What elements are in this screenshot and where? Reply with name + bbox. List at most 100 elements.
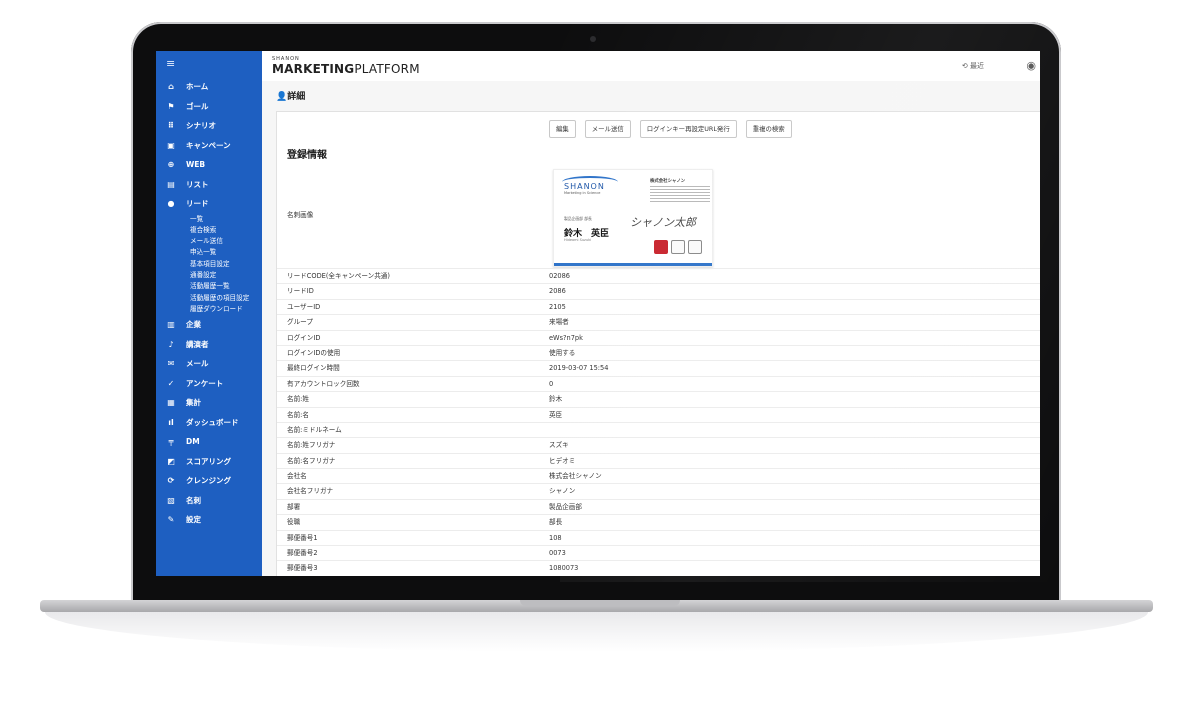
recent-button[interactable]: ⟲ 最近 [962,61,984,71]
sidebar-item[interactable]: ⊕ WEB [156,155,262,175]
sidebar-subitem[interactable]: 複合検索 [156,225,262,236]
field-table: リードCODE(全キャンペーン共通) 02086 リードID 2086 ユーザーID 21… [277,268,1040,576]
sidebar-item[interactable]: ▥ 企業 [156,315,262,335]
field-label: 名前:名フリガナ [287,456,336,465]
hamburger-menu-icon[interactable]: ≡ [166,57,175,70]
table-row: 最終ログイン時間 2019-03-07 15:54 [277,360,1040,375]
user-account-icon[interactable]: ◉ [1026,59,1036,72]
table-row: 名前:姓フリガナ スズキ [277,437,1040,452]
field-value [549,423,1040,437]
sidebar-item[interactable]: ⠿ シナリオ [156,116,262,136]
sidebar-subitem[interactable]: メール送信 [156,236,262,247]
field-value: 部長 [549,518,563,527]
card-accent-bar [554,263,712,266]
table-row: 名前:名 英臣 [277,406,1040,422]
field-value: シャノン [549,487,576,496]
field-label: グループ [287,318,313,327]
table-row: 名前:姓 鈴木 [277,391,1040,406]
globe-icon: ⊕ [167,160,175,170]
sidebar-item[interactable]: ıl ダッシュボード [156,413,262,433]
field-label: ユーザーID [287,302,321,311]
send-mail-button[interactable]: メール送信 [584,120,631,138]
sidebar-item[interactable]: ♪ 講演者 [156,335,262,355]
sidebar-item-label: DM [186,437,200,447]
sidebar-subitem[interactable]: 活動履歴の項目設定 [156,293,262,304]
sidebar-item[interactable]: ▧ 名刺 [156,491,262,511]
field-value: 2019-03-07 15:54 [549,364,609,373]
field-label: 名前:姓フリガナ [287,441,336,450]
sidebar-subitem[interactable]: 履歴ダウンロード [156,304,262,315]
certification-badge-icon [688,240,702,254]
sidebar-item-label: ゴール [186,101,209,111]
sidebar-item-label: 講演者 [186,339,209,349]
table-row: リードCODE(全キャンペーン共通) 02086 [277,268,1040,283]
detail-card: 編集 メール送信 ログインキー再設定URL発行 重複の検索 登録情報 名刺画像 … [276,111,1040,576]
top-header: SHANON MARKETINGPLATFORM ⟲ 最近 ◉ [262,51,1040,82]
laptop-notch [520,600,680,606]
dm-icon: ╤ [168,437,174,447]
duplicate-search-button[interactable]: 重複の検索 [745,120,792,138]
table-row: 郵便番号3 1080073 [277,560,1040,575]
microphone-icon: ♪ [168,339,174,349]
sidebar-item[interactable]: ▤ リスト [156,175,262,195]
sidebar-item-label: リスト [186,179,209,189]
field-value: 0 [549,379,554,388]
field-label: 名前:姓 [287,395,310,404]
sidebar-item[interactable]: ⌂ ホーム [156,77,262,97]
field-label: 部署 [287,502,301,511]
tally-icon: ▦ [167,398,175,408]
table-row: 郵便番号2 0073 [277,545,1040,560]
sidebar-subitem[interactable]: 申込一覧 [156,247,262,258]
action-buttons: 編集 メール送信 ログインキー再設定URL発行 重複の検索 [549,120,792,138]
field-label: 郵便番号1 [287,533,318,542]
sidebar-item[interactable]: ▣ キャンペーン [156,136,262,156]
sidebar-subitem[interactable]: 活動履歴一覧 [156,281,262,292]
issue-login-key-url-button[interactable]: ログインキー再設定URL発行 [639,120,737,138]
table-row: ユーザーID 2105 [277,298,1040,314]
sidebar-item[interactable]: ⚑ ゴール [156,97,262,117]
table-row: 会社名 株式会社シャノン [277,468,1040,483]
field-label: リードID [287,287,314,296]
sidebar-subitem[interactable]: 通番設定 [156,270,262,281]
table-row: ログインID eWs?n7pk [277,329,1040,345]
sidebar-item-label: シナリオ [186,121,216,131]
sidebar-item-label: ダッシュボード [186,417,239,427]
sidebar-item[interactable]: ● リード [156,194,262,214]
app-screen: ≡ ⌂ ホーム ⚑ ゴール ⠿ シナリオ ▣ キャンペーン ⊕ WEB ▤ リスト ● リード 一覧 複合検索… [156,51,1040,576]
field-label: 有アカウントロック回数 [287,379,360,388]
mail-icon: ✉ [167,359,175,369]
card-title: 製品企画部 部長 [564,216,592,221]
sidebar-subitem[interactable]: 基本項目設定 [156,259,262,270]
webcam-icon [590,36,596,42]
sidebar-item[interactable]: ✉ メール [156,354,262,374]
page-title: 👤詳細 [276,92,306,102]
sidebar-item[interactable]: ╤ DM [156,432,262,452]
field-label: 会社名 [287,472,307,481]
field-value: 0073 [549,549,566,558]
brand-logo[interactable]: MARKETINGPLATFORM [272,62,420,76]
field-value: 2086 [549,287,566,296]
business-card-image[interactable]: SHANON Marketing in Science 株式会社シャノン 製品企画… [553,169,713,267]
sidebar-item[interactable]: ▦ 集計 [156,393,262,413]
field-value: 来場者 [549,318,569,327]
field-value: スズキ [549,441,569,450]
sidebar-subitem[interactable]: 一覧 [156,214,262,225]
sidebar-item-label: 名刺 [186,495,201,505]
table-row: 名前:ミドルネーム [277,421,1040,437]
history-icon: ⟲ [961,62,968,70]
calendar-icon: ▣ [167,140,175,150]
edit-button[interactable]: 編集 [549,120,576,138]
sidebar-item[interactable]: ✓ アンケート [156,374,262,394]
sidebar-item[interactable]: ◩ スコアリング [156,452,262,472]
card-logo: SHANON Marketing in Science [564,182,605,195]
sidebar-item[interactable]: ✎ 設定 [156,510,262,530]
sidebar: ≡ ⌂ ホーム ⚑ ゴール ⠿ シナリオ ▣ キャンペーン ⊕ WEB ▤ リスト ● リード 一覧 複合検索… [156,51,262,576]
field-label: 最終ログイン時間 [287,364,340,373]
table-row: リードID 2086 [277,283,1040,298]
field-value: 1080073 [549,564,579,573]
field-value: 製品企画部 [549,502,582,511]
sidebar-item[interactable]: ⟳ クレンジング [156,471,262,491]
home-icon: ⌂ [168,82,174,92]
table-row: 有アカウントロック回数 0 [277,375,1040,391]
sidebar-item-label: ホーム [186,82,209,92]
